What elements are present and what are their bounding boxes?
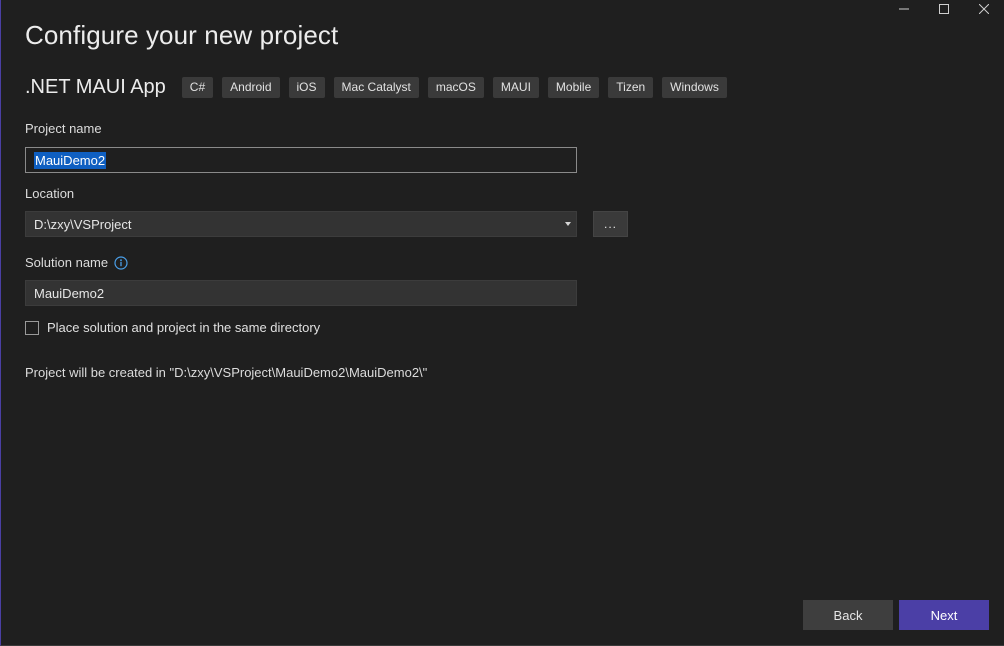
project-name-label: Project name [25,121,102,136]
same-directory-option[interactable]: Place solution and project in the same d… [25,320,320,335]
info-icon[interactable] [114,255,128,270]
tag-mobile: Mobile [547,77,600,98]
solution-name-value: MauiDemo2 [34,285,105,301]
tag-mac-catalyst: Mac Catalyst [333,77,419,98]
solution-name-label-row: Solution name [25,255,128,270]
chevron-down-icon[interactable] [565,222,571,226]
maximize-button[interactable] [924,0,964,18]
window-controls [884,0,1004,18]
location-combobox[interactable]: D:\zxy\VSProject [25,211,577,237]
minimize-icon [899,4,909,14]
next-button[interactable]: Next [899,600,989,630]
minimize-button[interactable] [884,0,924,18]
maximize-icon [939,4,949,14]
project-path-note: Project will be created in "D:\zxy\VSPro… [25,365,428,380]
tag-windows: Windows [662,77,727,98]
tag-maui: MAUI [492,77,539,98]
location-label: Location [25,186,75,201]
template-name: .NET MAUI App [25,76,166,98]
template-header: .NET MAUI App C# Android iOS Mac Catalys… [25,76,727,99]
same-directory-checkbox[interactable] [25,320,39,335]
same-directory-label: Place solution and project in the same d… [47,320,321,335]
tag-android: Android [222,77,280,98]
close-button[interactable] [964,0,1004,18]
close-icon [979,4,989,14]
project-name-value: MauiDemo2 [34,151,107,169]
project-name-input[interactable]: MauiDemo2 [25,147,577,173]
tag-csharp: C# [181,77,214,98]
solution-name-label: Solution name [25,255,109,270]
tag-tizen: Tizen [608,77,654,98]
template-tags: C# Android iOS Mac Catalyst macOS MAUI M… [181,77,727,98]
tag-ios: iOS [288,77,325,98]
solution-name-input[interactable]: MauiDemo2 [25,280,577,306]
page-title: Configure your new project [25,20,339,50]
location-value: D:\zxy\VSProject [34,216,132,232]
browse-button[interactable]: ... [593,211,628,237]
back-button[interactable]: Back [803,600,893,630]
tag-macos: macOS [427,77,484,98]
